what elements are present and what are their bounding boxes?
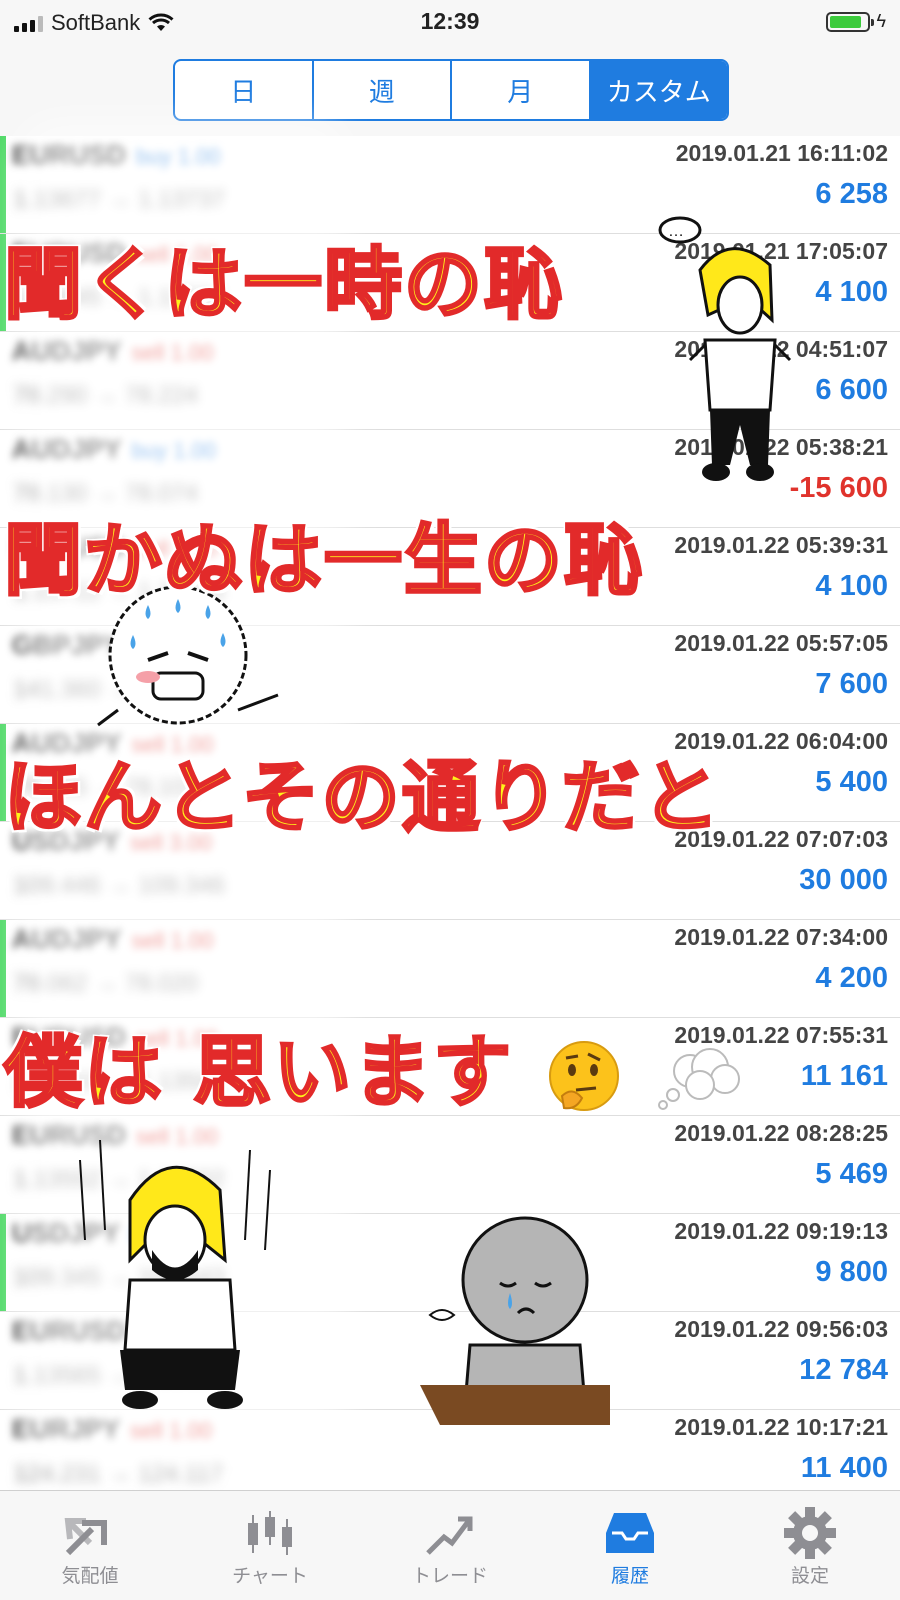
trade-indicator	[0, 136, 6, 233]
trade-time: 2019.01.22 09:19:13	[674, 1218, 888, 1244]
period-segmented-control: 日 週 月 カスタム	[173, 59, 729, 121]
profit-value: 6 600	[815, 374, 888, 406]
tab-history[interactable]: 履歴	[540, 1491, 720, 1600]
trade-time: 2019.01.21 16:11:02	[675, 140, 888, 166]
tab-quotes[interactable]: 気配値	[0, 1491, 180, 1600]
tab-week[interactable]: 週	[311, 61, 451, 119]
tab-custom[interactable]: カスタム	[588, 61, 727, 119]
profit-value: 11 400	[800, 1452, 888, 1484]
trade-indicator	[0, 626, 6, 723]
profit-value: 9 800	[815, 1256, 888, 1288]
profit-value: 4 100	[815, 276, 888, 308]
tab-trade[interactable]: トレード	[360, 1491, 540, 1600]
profit-value: 30 000	[799, 864, 888, 896]
trade-time: 2019.01.22 05:57:05	[674, 630, 888, 656]
tab-month[interactable]: 月	[450, 61, 589, 119]
trade-indicator	[0, 920, 6, 1017]
trade-time: 2019.01.22 07:34:00	[674, 924, 888, 950]
trade-indicator	[0, 1312, 6, 1409]
tab-chart[interactable]: チャート	[180, 1491, 360, 1600]
sticker-man-empty-pockets: …	[658, 216, 792, 481]
status-bar: SoftBank 12:39 ϟ	[0, 0, 900, 44]
caption-line-4: 僕は 思います	[2, 1010, 745, 1122]
trade-icon	[426, 1516, 473, 1555]
profit-value: 7 600	[815, 668, 888, 700]
bottom-tab-bar: 気配値 チャート トレード 履歴 設定	[0, 1490, 900, 1600]
svg-text:…: …	[668, 223, 684, 240]
tab-settings[interactable]: 設定	[720, 1491, 900, 1600]
trade-time: 2019.01.22 08:28:25	[674, 1120, 888, 1146]
caption-line-1: 聞くは一時の恥	[2, 239, 565, 332]
caption-line-3: ほんとその通りだと	[3, 752, 722, 845]
tab-quotes-label: 気配値	[61, 1566, 119, 1587]
sticker-sitting-man	[79, 1139, 271, 1409]
thinking-face-icon	[549, 1040, 620, 1111]
tab-day[interactable]: 日	[175, 61, 312, 119]
trade-time: 2019.01.22 05:39:31	[674, 532, 888, 558]
tab-chart-label: チャート	[232, 1566, 308, 1587]
trade-indicator	[0, 332, 6, 429]
profit-value: 11 161	[800, 1060, 888, 1092]
quotes-icon	[64, 1518, 107, 1556]
sticker-sighing-face	[420, 1216, 610, 1425]
charging-bolt-icon: ϟ	[876, 11, 886, 31]
trade-indicator	[0, 1214, 6, 1311]
profit-value: 12 784	[799, 1354, 888, 1386]
trade-indicator	[0, 1116, 6, 1213]
tab-history-label: 履歴	[610, 1566, 649, 1587]
clock: 12:39	[420, 8, 480, 34]
caption-line-2: 聞かぬは一生の恥	[2, 515, 645, 608]
trade-time: 2019.01.22 09:56:03	[674, 1316, 888, 1342]
profit-value: 5 400	[815, 766, 888, 798]
chart-icon	[248, 1511, 292, 1555]
history-icon	[606, 1513, 654, 1553]
tab-settings-label: 設定	[790, 1566, 829, 1587]
profit-value: 4 200	[815, 962, 888, 994]
profit-value: 6 258	[815, 178, 888, 210]
trade-time: 2019.01.22 10:17:21	[674, 1414, 888, 1440]
tab-trade-label: トレード	[411, 1566, 488, 1587]
caption-line-4-text: 僕は 思います	[2, 1027, 514, 1120]
profit-value: 4 100	[815, 570, 888, 602]
gear-icon	[784, 1507, 836, 1559]
battery-icon	[826, 11, 875, 32]
profit-value: 5 469	[815, 1158, 888, 1190]
thought-bubble-icon	[658, 1047, 741, 1110]
